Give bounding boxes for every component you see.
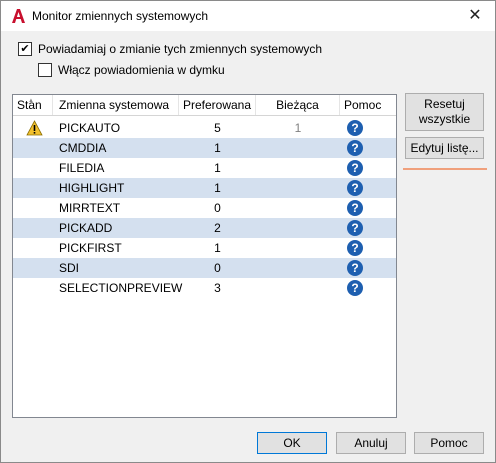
balloon-checkbox-row[interactable]: Włącz powiadomienia w dymku	[38, 63, 225, 77]
table-row[interactable]: MIRRTEXT 0 ?	[13, 198, 396, 218]
current-value: 1	[294, 121, 302, 135]
sort-arrow-icon: ▲	[28, 98, 34, 104]
preferred-value[interactable]: 0	[179, 198, 256, 218]
preferred-value[interactable]: 1	[179, 158, 256, 178]
preferred-value[interactable]: 5	[179, 118, 256, 138]
preferred-value[interactable]: 2	[179, 218, 256, 238]
variable-name: SELECTIONPREVIEW	[59, 281, 183, 295]
ok-button[interactable]: OK	[257, 432, 327, 454]
variable-name: SDI	[59, 261, 80, 275]
table-row[interactable]: HIGHLIGHT 1 ?	[13, 178, 396, 198]
table-row[interactable]: CMDDIA 1 ?	[13, 138, 396, 158]
help-icon[interactable]: ?	[347, 260, 363, 276]
table-row[interactable]: PICKADD 2 ?	[13, 218, 396, 238]
edit-list-button[interactable]: Edytuj listę...	[405, 137, 484, 159]
table-row[interactable]: SELECTIONPREVIEW 3 ?	[13, 278, 396, 298]
variable-name: HIGHLIGHT	[59, 181, 125, 195]
help-icon[interactable]: ?	[347, 240, 363, 256]
notify-checkbox-row[interactable]: ✔ Powiadamiaj o zmianie tych zmiennych s…	[18, 42, 322, 56]
notify-checkbox[interactable]: ✔	[18, 42, 32, 56]
table-row[interactable]: PICKAUTO 5 1 ?	[13, 118, 396, 138]
variable-name: PICKFIRST	[59, 241, 122, 255]
table-row[interactable]: PICKFIRST 1 ?	[13, 238, 396, 258]
preferred-value[interactable]: 1	[179, 138, 256, 158]
notify-label: Powiadamiaj o zmianie tych zmiennych sys…	[38, 42, 323, 56]
balloon-checkbox[interactable]	[38, 63, 52, 77]
close-icon[interactable]: ✕	[465, 6, 485, 26]
help-icon[interactable]: ?	[347, 280, 363, 296]
help-icon[interactable]: ?	[347, 160, 363, 176]
help-icon[interactable]: ?	[347, 140, 363, 156]
column-header-preferred[interactable]: Preferowana	[179, 95, 256, 115]
table-row[interactable]: SDI 0 ?	[13, 258, 396, 278]
variable-name: PICKADD	[59, 221, 113, 235]
table-row[interactable]: FILEDIA 1 ?	[13, 158, 396, 178]
column-header-current[interactable]: Bieżąca	[256, 95, 340, 115]
column-header-variable[interactable]: Zmienna systemowa	[53, 95, 179, 115]
preferred-value[interactable]: 3	[179, 278, 256, 298]
cancel-button[interactable]: Anuluj	[336, 432, 406, 454]
sysvar-monitor-dialog: Monitor zmiennych systemowych ✕ ✔ Powiad…	[0, 0, 496, 463]
warning-icon	[26, 120, 43, 136]
edit-list-underline	[403, 168, 487, 170]
column-header-help[interactable]: Pomoc	[340, 95, 396, 115]
autocad-logo-icon	[12, 9, 25, 23]
help-icon[interactable]: ?	[347, 220, 363, 236]
variable-name: PICKAUTO	[59, 121, 121, 135]
preferred-value[interactable]: 1	[179, 238, 256, 258]
variable-name: CMDDIA	[59, 141, 107, 155]
window-title: Monitor zmiennych systemowych	[32, 9, 209, 23]
variable-name: FILEDIA	[59, 161, 105, 175]
help-icon[interactable]: ?	[347, 200, 363, 216]
preferred-value[interactable]: 1	[179, 178, 256, 198]
title-bar: Monitor zmiennych systemowych ✕	[1, 1, 495, 31]
help-icon[interactable]: ?	[347, 180, 363, 196]
help-button[interactable]: Pomoc	[414, 432, 484, 454]
column-header-status[interactable]: ▲ Stan	[13, 95, 53, 115]
reset-all-button[interactable]: Resetuj wszystkie	[405, 93, 484, 131]
balloon-label: Włącz powiadomienia w dymku	[58, 63, 225, 77]
variable-name: MIRRTEXT	[59, 201, 121, 215]
preferred-value[interactable]: 0	[179, 258, 256, 278]
sysvar-list[interactable]: ▲ Stan Zmienna systemowa Preferowana Bie…	[12, 94, 397, 418]
list-header: ▲ Stan Zmienna systemowa Preferowana Bie…	[13, 95, 396, 116]
help-icon[interactable]: ?	[347, 120, 363, 136]
